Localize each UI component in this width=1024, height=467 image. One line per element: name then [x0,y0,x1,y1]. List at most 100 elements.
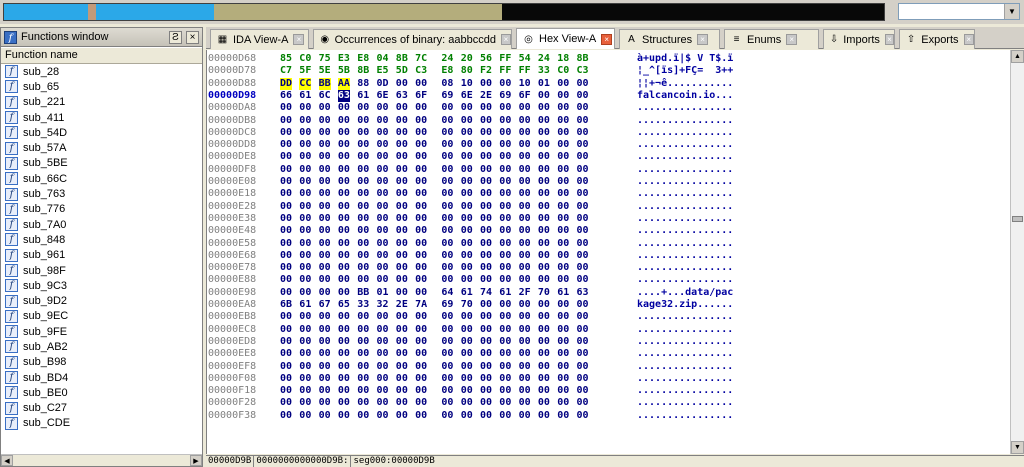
hex-byte[interactable]: 00 [357,188,369,200]
hex-byte[interactable]: 00 [415,213,427,225]
hex-byte[interactable]: 00 [461,274,473,286]
hex-byte[interactable]: 00 [499,250,511,262]
hex-byte[interactable]: 00 [480,225,492,237]
hex-byte[interactable]: 00 [480,213,492,225]
hex-byte[interactable]: 00 [480,336,492,348]
hex-byte[interactable]: 00 [357,201,369,213]
hex-byte[interactable]: 00 [461,324,473,336]
hex-byte[interactable]: 00 [319,127,331,139]
hex-byte[interactable]: 00 [499,410,511,422]
hex-byte[interactable]: 00 [461,225,473,237]
hex-byte[interactable]: 24 [441,53,453,65]
hex-byte[interactable]: 00 [319,287,331,299]
hex-byte[interactable]: 00 [357,262,369,274]
hex-byte[interactable]: 00 [538,361,550,373]
tab-occurrences-of-binary-aabbccdd[interactable]: ◉ Occurrences of binary: aabbccdd × [313,29,512,49]
hex-byte[interactable]: 00 [461,373,473,385]
hex-byte[interactable]: 00 [441,213,453,225]
hex-byte[interactable]: 80 [461,65,473,77]
hex-byte[interactable]: 6B [280,299,292,311]
hex-byte[interactable]: 00 [557,201,569,213]
hex-byte[interactable]: 00 [377,373,389,385]
hex-row[interactable]: 00000EE8 00 00 00 00 00 00 00 00 00 00 00 00 00 00 00 00… [207,348,1007,360]
scroll-down-icon[interactable]: ▼ [1011,441,1024,454]
hex-byte[interactable]: 00 [577,78,589,90]
hex-byte[interactable]: 00 [461,115,473,127]
hex-byte[interactable]: 00 [299,102,311,114]
hex-ascii[interactable]: ....+...data/pac [637,287,733,299]
hex-byte[interactable]: 00 [557,299,569,311]
hex-byte[interactable]: 00 [357,274,369,286]
hex-byte[interactable]: 00 [499,336,511,348]
hex-byte[interactable]: 00 [319,397,331,409]
hex-byte[interactable]: 00 [299,127,311,139]
hex-byte[interactable]: 00 [319,238,331,250]
hex-byte[interactable]: 00 [519,274,531,286]
function-list-item[interactable]: f sub_C27 [1,401,202,416]
hex-byte[interactable]: 00 [415,188,427,200]
hex-byte[interactable]: 00 [499,213,511,225]
hex-byte[interactable]: 00 [299,373,311,385]
hex-byte[interactable]: 00 [357,115,369,127]
hex-byte[interactable]: 00 [499,373,511,385]
hex-byte[interactable]: 00 [557,127,569,139]
hex-byte[interactable]: 00 [499,201,511,213]
hex-byte[interactable]: 00 [377,397,389,409]
hex-byte[interactable]: 00 [557,311,569,323]
hex-byte[interactable]: 00 [396,361,408,373]
hex-byte[interactable]: 00 [577,201,589,213]
hex-byte[interactable]: 6C [319,90,331,102]
hex-byte[interactable]: 00 [357,139,369,151]
hex-row[interactable]: 00000DA8 00 00 00 00 00 00 00 00 00 00 00 00 00 00 00 00… [207,102,1007,114]
hex-byte[interactable]: 00 [299,225,311,237]
hex-byte[interactable]: 00 [280,201,292,213]
hex-byte[interactable]: 00 [441,361,453,373]
hex-byte[interactable]: 00 [480,373,492,385]
function-list-item[interactable]: f sub_9D2 [1,293,202,308]
hex-byte[interactable]: 00 [441,238,453,250]
nav-segment-data[interactable] [214,4,502,20]
hex-byte[interactable]: 70 [538,287,550,299]
hex-ascii[interactable]: ................ [637,201,733,213]
hex-row[interactable]: 00000E58 00 00 00 00 00 00 00 00 00 00 00 00 00 00 00 00… [207,238,1007,250]
hex-byte[interactable]: 00 [338,201,350,213]
hex-byte[interactable]: 00 [338,225,350,237]
hex-byte[interactable]: 00 [499,311,511,323]
hex-byte[interactable]: 00 [519,311,531,323]
function-list-item[interactable]: f sub_9EC [1,309,202,324]
hex-byte[interactable]: 00 [538,213,550,225]
function-list-item[interactable]: f sub_411 [1,110,202,125]
hex-byte[interactable]: 00 [557,373,569,385]
hex-byte[interactable]: 00 [319,336,331,348]
hex-byte[interactable]: 00 [538,188,550,200]
hex-byte[interactable]: 00 [396,151,408,163]
hex-row[interactable]: 00000ED8 00 00 00 00 00 00 00 00 00 00 00 00 00 00 00 00… [207,336,1007,348]
hex-byte[interactable]: 00 [557,274,569,286]
hex-byte[interactable]: 00 [461,262,473,274]
hex-byte[interactable]: 61 [499,287,511,299]
tab-imports[interactable]: ⇩ Imports × [823,29,895,49]
scroll-left-icon[interactable]: ◀ [1,455,13,466]
hex-byte[interactable]: 04 [377,53,389,65]
hex-byte[interactable]: 00 [280,139,292,151]
hex-byte[interactable]: 00 [299,176,311,188]
close-icon[interactable]: × [601,33,613,45]
hex-byte[interactable]: 00 [480,115,492,127]
hex-row[interactable]: 00000E78 00 00 00 00 00 00 00 00 00 00 00 00 00 00 00 00… [207,262,1007,274]
hex-byte[interactable]: 00 [415,139,427,151]
hex-byte[interactable]: 00 [280,361,292,373]
tab-hex-view-a[interactable]: ◎ Hex View-A × [516,28,615,49]
function-list-item[interactable]: f sub_65 [1,79,202,94]
hex-byte[interactable]: 00 [441,102,453,114]
hex-byte[interactable]: 00 [338,287,350,299]
hex-ascii[interactable]: ................ [637,373,733,385]
hex-byte[interactable]: 00 [377,201,389,213]
hex-ascii[interactable]: à+upd.ï|$ V T$.ï [637,53,733,65]
hex-byte[interactable]: 00 [357,102,369,114]
hex-byte[interactable]: 10 [461,78,473,90]
hex-byte[interactable]: 00 [538,164,550,176]
hex-byte[interactable]: 00 [441,151,453,163]
hex-byte[interactable]: 00 [519,385,531,397]
hex-byte[interactable]: 00 [461,238,473,250]
hex-byte[interactable]: 00 [299,151,311,163]
